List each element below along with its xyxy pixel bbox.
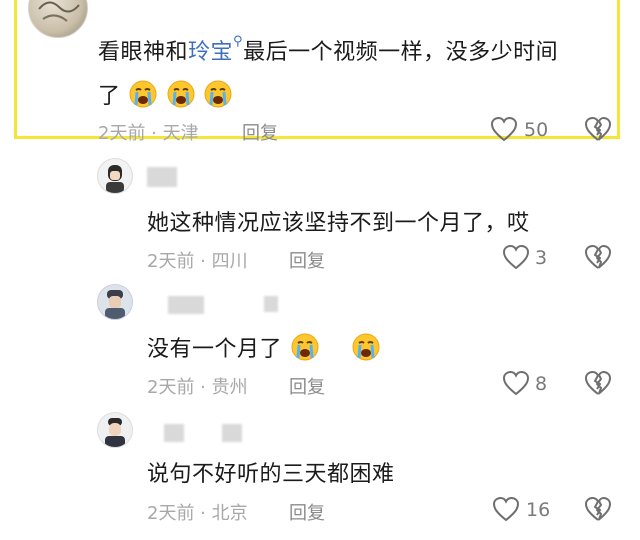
avatar-image	[105, 418, 125, 447]
comment-meta: 2天前 · 贵州	[147, 377, 248, 398]
comment-text: 没有一个月了	[147, 331, 381, 368]
username-blurred[interactable]	[264, 296, 278, 312]
reply-button[interactable]: 回复	[242, 119, 278, 145]
search-icon[interactable]: ⚲	[233, 34, 243, 49]
comment-text: 她这种情况应该坚持不到一个月了，哎	[147, 211, 530, 236]
reply-button[interactable]: 回复	[289, 499, 325, 525]
broken-heart-icon	[585, 245, 611, 269]
avatar[interactable]	[97, 412, 133, 448]
broken-heart-icon	[585, 371, 611, 395]
like-count: 16	[526, 499, 551, 521]
like-count: 3	[535, 247, 548, 269]
reply-button[interactable]: 回复	[289, 247, 325, 273]
crying-emoji-icon	[203, 79, 233, 115]
username-blurred[interactable]	[147, 167, 177, 187]
comment-meta: 2天前 · 北京	[147, 503, 248, 524]
comment-text-line2: 了	[98, 78, 233, 115]
avatar-image	[106, 165, 124, 193]
crying-emoji-icon	[128, 79, 158, 115]
heart-icon	[502, 244, 530, 270]
dislike-button[interactable]	[584, 370, 612, 400]
reply-button[interactable]: 回复	[289, 373, 325, 399]
dislike-button[interactable]	[584, 496, 612, 526]
username-blurred[interactable]	[168, 296, 204, 314]
like-button[interactable]	[502, 370, 530, 400]
avatar[interactable]	[97, 158, 133, 194]
dislike-button[interactable]	[584, 244, 612, 274]
like-count: 8	[535, 373, 548, 395]
comment-text: 说句不好听的三天都困难	[147, 462, 395, 487]
mention-link[interactable]: 玲宝	[188, 40, 233, 65]
like-button[interactable]	[502, 244, 530, 274]
heart-icon	[502, 370, 530, 396]
heart-icon	[492, 496, 520, 522]
broken-heart-icon	[585, 497, 611, 521]
like-button[interactable]	[490, 116, 518, 146]
comment-meta: 2天前 · 天津	[98, 123, 199, 144]
avatar-image	[105, 290, 125, 319]
like-count: 50	[524, 119, 549, 141]
dislike-button[interactable]	[584, 116, 612, 146]
crying-emoji-icon	[351, 332, 381, 368]
username-blurred[interactable]	[164, 424, 184, 442]
username-blurred[interactable]	[222, 424, 242, 442]
crying-emoji-icon	[166, 79, 196, 115]
crying-emoji-icon	[290, 332, 320, 368]
avatar[interactable]	[97, 284, 133, 320]
comment-text: 看眼神和玲宝⚲最后一个视频一样，没多少时间	[98, 34, 559, 65]
like-button[interactable]	[492, 496, 520, 526]
broken-heart-icon	[585, 117, 611, 141]
heart-icon	[490, 116, 518, 142]
comment-meta: 2天前 · 四川	[147, 251, 248, 272]
